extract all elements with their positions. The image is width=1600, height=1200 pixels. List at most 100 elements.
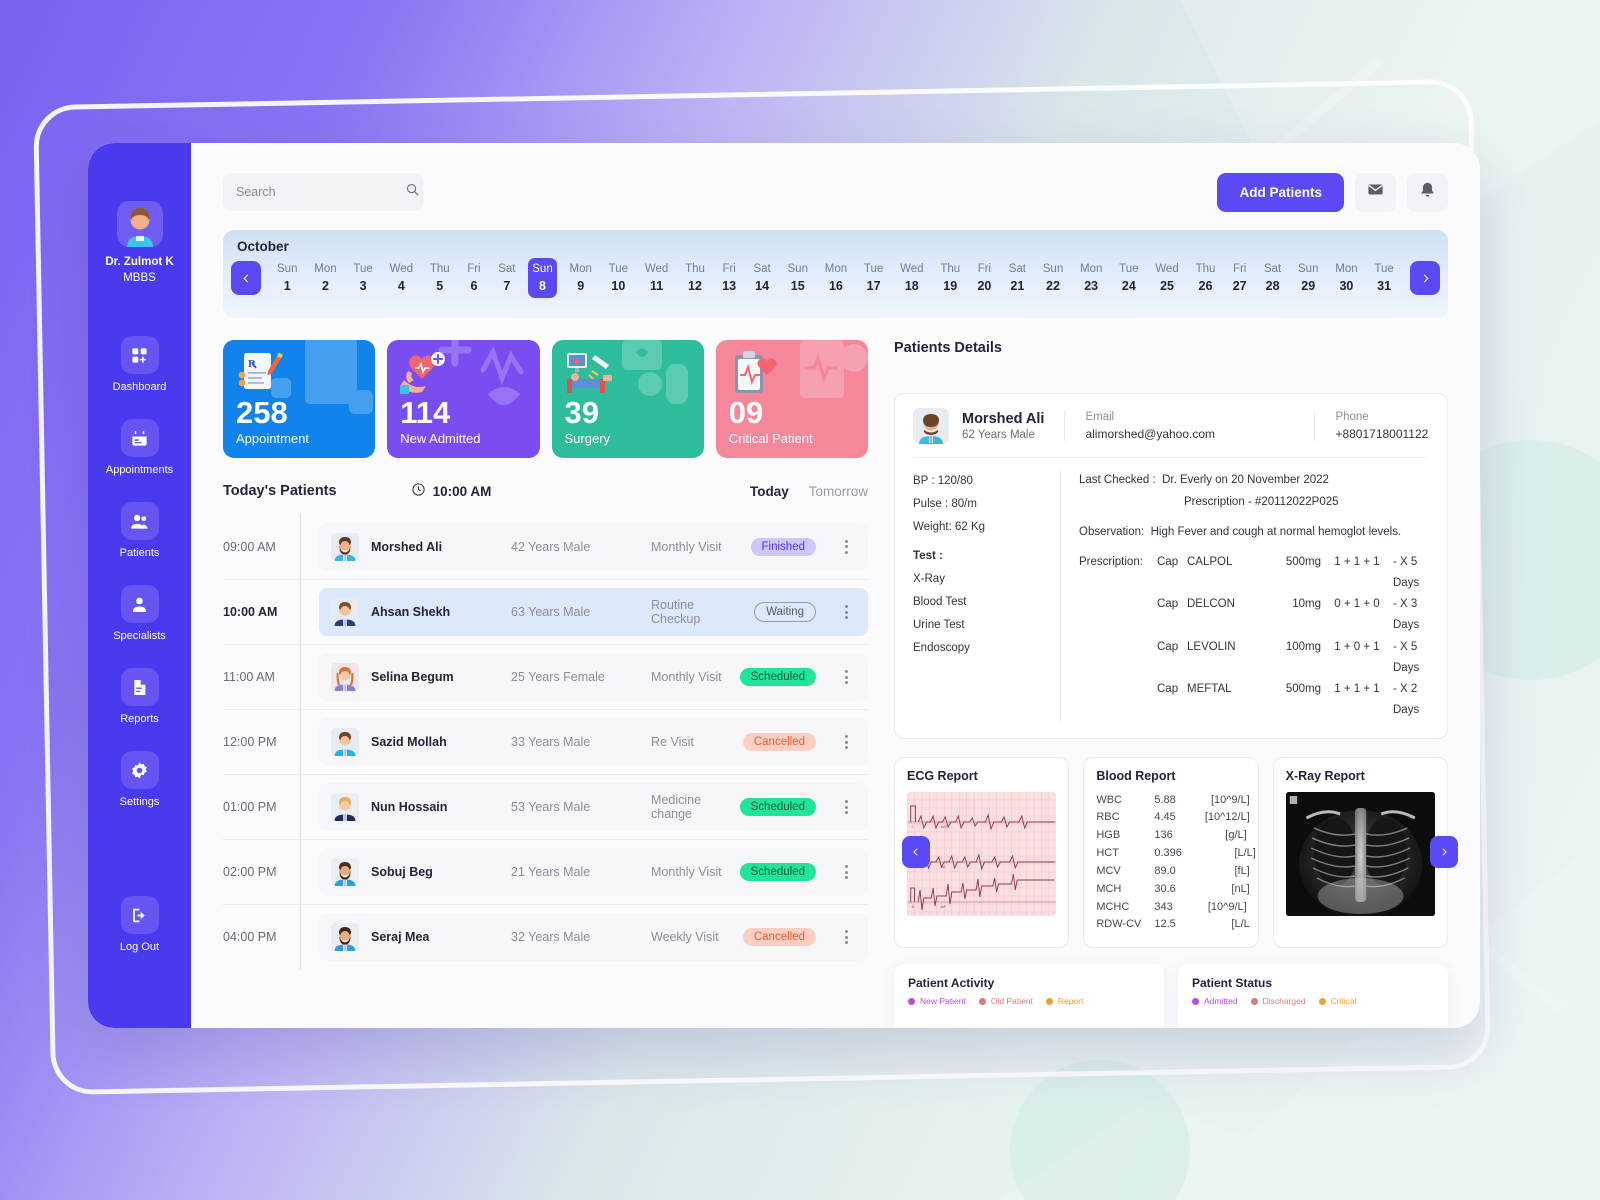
sidebar-item-label: Reports	[120, 713, 159, 726]
calendar-day-19[interactable]: Thu 19	[936, 258, 964, 298]
calendar-day-15[interactable]: Sun 15	[784, 258, 812, 298]
tab-tomorrow[interactable]: Tomorrow	[809, 484, 868, 499]
table-row[interactable]: 02:00 PM Sobuj Beg 21 Years Male Monthly V…	[223, 839, 868, 904]
calendar-day-31[interactable]: Tue 31	[1370, 258, 1397, 298]
add-patients-button[interactable]: Add Patients	[1217, 172, 1344, 212]
row-menu-button[interactable]	[836, 735, 856, 749]
stat-card-new-admitted[interactable]: 114 New Admitted	[387, 340, 540, 458]
row-menu-button[interactable]	[836, 865, 856, 879]
calendar-day-27[interactable]: Fri 27	[1228, 258, 1251, 298]
notifications-button[interactable]	[1407, 172, 1448, 212]
sidebar-item-specialists[interactable]: Specialists	[88, 585, 191, 642]
sidebar-item-label: Dashboard	[112, 381, 167, 394]
table-row[interactable]: 09:00 AM Morshed Ali 42 Years Male Monthly…	[223, 514, 868, 579]
appointment-time: 02:00 PM	[223, 865, 277, 879]
tab-today[interactable]: Today	[750, 484, 789, 499]
appointment-card[interactable]: Morshed Ali 42 Years Male Monthly Visit Fin…	[319, 522, 868, 571]
calendar-day-24[interactable]: Tue 24	[1115, 258, 1142, 298]
appointment-card[interactable]: Nun Hossain 53 Years Male Medicine change S…	[319, 783, 868, 831]
appointment-card[interactable]: Sobuj Beg 21 Years Male Monthly Visit Sched…	[319, 848, 868, 896]
calendar-day-5[interactable]: Thu 5	[426, 258, 454, 298]
stat-card-critical-patient[interactable]: 09 Critical Patient	[715, 340, 868, 458]
stat-card-surgery[interactable]: 39 Surgery	[551, 340, 704, 458]
table-row[interactable]: 12:00 PM Sazid Mollah 33 Years Male Re Vis…	[223, 709, 868, 774]
calendar-day-20[interactable]: Fri 20	[973, 258, 996, 298]
table-row[interactable]: 04:00 PM Seraj Mea 32 Years Male Weekly Vi…	[223, 904, 868, 969]
visit-type: Monthly Visit	[651, 670, 722, 684]
vitals-column: BP : 120/80 Pulse : 80/m Weight: 62 Kg T…	[913, 470, 1061, 722]
calendar-day-2[interactable]: Mon 2	[310, 258, 340, 298]
calendar-day-17[interactable]: Tue 17	[860, 258, 887, 298]
calendar-day-16[interactable]: Mon 16	[821, 258, 851, 298]
blood-metric: RBC	[1096, 811, 1120, 824]
calendar-day-28[interactable]: Sat 28	[1260, 258, 1285, 298]
calendar-day-4[interactable]: Wed 4	[386, 258, 417, 298]
calendar-day-3[interactable]: Tue 3	[349, 258, 376, 298]
sidebar-item-patients[interactable]: Patients	[88, 502, 191, 559]
calendar-day-23[interactable]: Mon 23	[1076, 258, 1106, 298]
legend-label: Old Patient	[990, 996, 1033, 1007]
calendar-day-30[interactable]: Mon 30	[1331, 258, 1361, 298]
row-menu-button[interactable]	[836, 800, 856, 814]
observation-value: High Fever and cough at normal hemoglot …	[1150, 525, 1402, 538]
blood-unit: [10^9/L]	[1210, 793, 1250, 806]
last-checked-row: Last Checked : Dr. Everly on 20 November…	[1079, 470, 1429, 492]
calendar-day-number: 22	[1046, 278, 1060, 293]
sidebar-item-dashboard[interactable]: Dashboard	[88, 336, 191, 393]
stat-card-appointment[interactable]: R 258 Appointment	[223, 340, 376, 458]
search-input[interactable]	[236, 185, 397, 199]
row-menu-button[interactable]	[836, 930, 856, 944]
appointment-time: 12:00 PM	[223, 735, 277, 749]
svg-text:aVR: aVR	[941, 825, 948, 829]
calendar-prev-button[interactable]	[231, 261, 261, 296]
appointment-card[interactable]: Selina Begum 25 Years Female Monthly Visit…	[319, 653, 868, 701]
calendar-day-25[interactable]: Wed 25	[1151, 258, 1182, 298]
calendar-day-21[interactable]: Sat 21	[1005, 258, 1030, 298]
envelope-icon	[1367, 181, 1384, 203]
table-row[interactable]: 10:00 AM Ahsan Shekh 63 Years Male Routine…	[223, 579, 868, 644]
row-menu-button[interactable]	[836, 605, 856, 619]
calendar-day-13[interactable]: Fri 13	[718, 258, 741, 298]
mail-button[interactable]	[1355, 172, 1396, 212]
table-row[interactable]: 11:00 AM Selina Begum 25 Years Female Mont…	[223, 644, 868, 709]
calendar-next-button[interactable]	[1410, 261, 1440, 296]
sidebar-item-logout[interactable]: Log Out	[88, 896, 191, 953]
calendar-day-6[interactable]: Fri 6	[462, 258, 485, 298]
calendar-day-8[interactable]: Sun 8	[528, 258, 557, 299]
calendar-day-10[interactable]: Tue 10	[605, 258, 632, 298]
reports-prev-button[interactable]	[902, 836, 930, 869]
patient-list: 09:00 AM Morshed Ali 42 Years Male Monthly…	[223, 514, 868, 1028]
sidebar-item-appointments[interactable]: Appointments	[88, 419, 191, 476]
blood-report-table: WBC 5.88 [10^9/L] RBC 4.45 [10^12/L] HGB 136 [g/…	[1096, 792, 1256, 935]
row-menu-button[interactable]	[836, 670, 856, 684]
search-box[interactable]	[223, 173, 423, 211]
calendar-day-29[interactable]: Sun 29	[1294, 258, 1322, 298]
calendar-day-7[interactable]: Sat 7	[494, 258, 519, 298]
reports-next-button[interactable]	[1430, 836, 1458, 869]
appointment-card[interactable]: Ahsan Shekh 63 Years Male Routine Checkup W…	[319, 588, 868, 636]
appointment-card[interactable]: Seraj Mea 32 Years Male Weekly Visit Cancel…	[319, 913, 868, 961]
drug-name: LEVOLIN	[1187, 640, 1236, 653]
calendar-day-9[interactable]: Mon 9	[566, 258, 596, 298]
appointment-card[interactable]: Sazid Mollah 33 Years Male Re Visit Cancell…	[319, 718, 868, 766]
calendar-day-26[interactable]: Thu 26	[1192, 258, 1220, 298]
sidebar-item-reports[interactable]: Reports	[88, 668, 191, 725]
legend-label: New Patient	[920, 996, 966, 1007]
row-menu-button[interactable]	[836, 539, 856, 554]
calendar-day-dow: Thu	[429, 263, 450, 275]
calendar-day-14[interactable]: Sat 14	[749, 258, 774, 298]
blood-value: 343	[1154, 900, 1173, 913]
calendar-day-18[interactable]: Wed 18	[896, 258, 927, 298]
test-label: Test :	[913, 550, 943, 562]
calendar-day-11[interactable]: Wed 11	[641, 258, 672, 298]
table-row[interactable]: 01:00 PM Nun Hossain 53 Years Male Medicin…	[223, 774, 868, 839]
calendar-day-22[interactable]: Sun 22	[1039, 258, 1067, 298]
calendar-day-1[interactable]: Sun 1	[273, 258, 301, 298]
calendar-day-dow: Tue	[353, 263, 373, 275]
appointment-time: 04:00 PM	[223, 930, 277, 944]
sidebar-item-settings[interactable]: Settings	[88, 751, 191, 808]
calendar-day-number: 19	[943, 278, 958, 293]
calendar-day-12[interactable]: Thu 12	[681, 258, 709, 298]
visit-type: Routine Checkup	[651, 598, 701, 626]
logout-icon	[120, 896, 159, 935]
